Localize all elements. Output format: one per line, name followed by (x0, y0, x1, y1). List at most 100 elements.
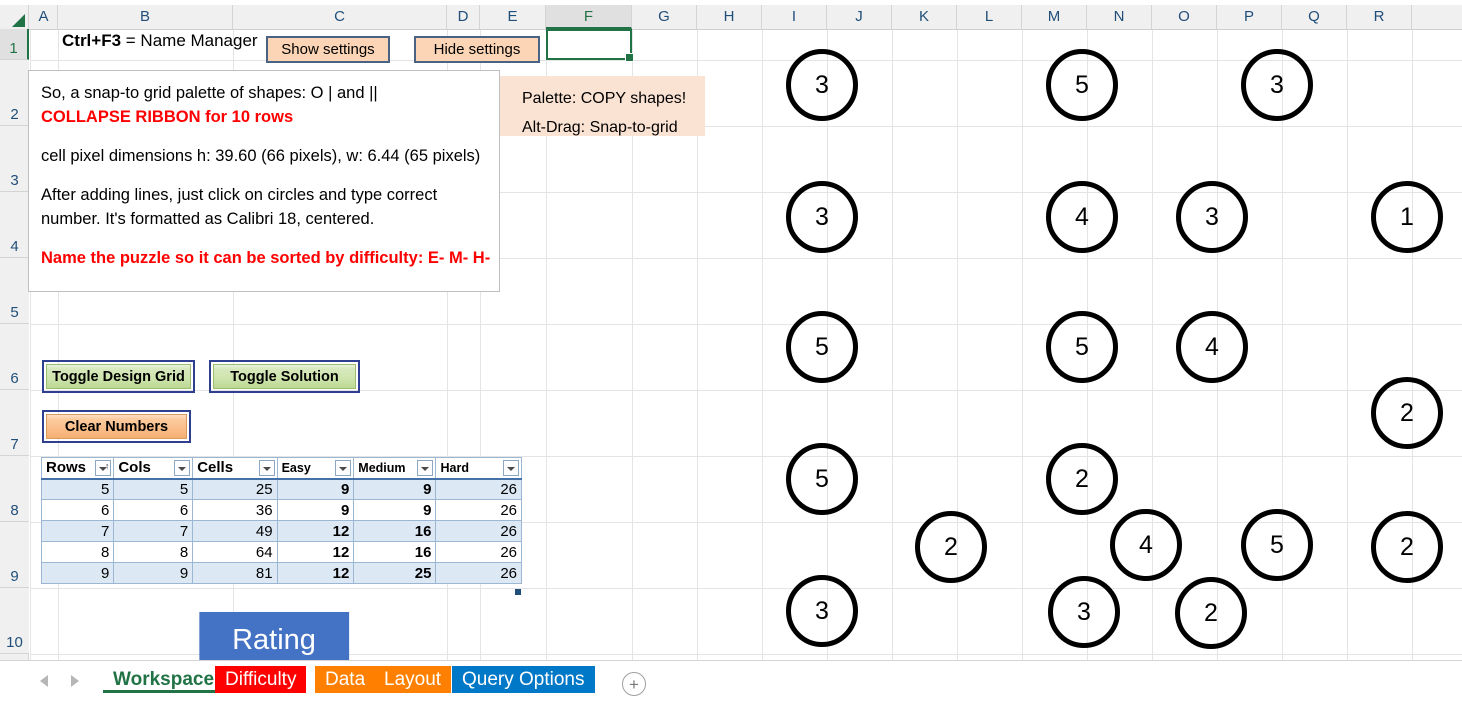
row-header-4[interactable]: 4 (0, 192, 29, 258)
puzzle-circle[interactable]: 2 (1175, 577, 1247, 649)
column-header-O[interactable]: O (1152, 5, 1217, 29)
table-cell[interactable]: 5 (40, 478, 115, 500)
table-cell[interactable]: 9 (276, 499, 355, 521)
spreadsheet-grid[interactable]: ABCDEFGHIJKLMNOPQR 1 2 3 4 5 6 7 8 9 10 Ctrl+F3 =… (0, 0, 1462, 688)
puzzle-circle[interactable]: 5 (786, 311, 858, 383)
column-header-A[interactable]: A (30, 5, 58, 29)
table-cell[interactable]: 26 (435, 562, 522, 584)
puzzle-circle[interactable]: 5 (1046, 311, 1118, 383)
table-cell[interactable]: 25 (353, 562, 437, 584)
column-header-N[interactable]: N (1087, 5, 1152, 29)
next-sheet-arrow-icon[interactable] (70, 675, 79, 687)
table-cell[interactable]: 26 (435, 478, 522, 500)
table-header-hard[interactable]: Hard (435, 457, 522, 480)
sheet-tab-data[interactable]: Data (315, 666, 376, 693)
prev-sheet-arrow-icon[interactable] (39, 675, 48, 687)
row-header-2[interactable]: 2 (0, 60, 29, 126)
column-header-P[interactable]: P (1217, 5, 1282, 29)
table-row[interactable]: 7 7 49 12 16 26 (40, 520, 522, 542)
table-cell[interactable]: 7 (113, 520, 194, 542)
row-header-8[interactable]: 8 (0, 456, 29, 522)
table-cell[interactable]: 6 (113, 499, 194, 521)
puzzle-circle[interactable]: 5 (1241, 509, 1313, 581)
table-resize-handle[interactable] (515, 589, 521, 595)
filter-dropdown-icon[interactable] (335, 460, 352, 476)
table-cell[interactable]: 49 (192, 520, 278, 542)
table-cell[interactable]: 9 (353, 478, 437, 500)
column-header-J[interactable]: J (827, 5, 892, 29)
table-cell[interactable]: 9 (113, 562, 194, 584)
sheet-tab-difficulty[interactable]: Difficulty (215, 666, 307, 693)
table-row[interactable]: 6 6 36 9 9 26 (40, 499, 522, 521)
table-cell[interactable]: 9 (353, 499, 437, 521)
table-cell[interactable]: 26 (435, 520, 522, 542)
table-cell[interactable]: 7 (40, 520, 115, 542)
puzzle-circle[interactable]: 3 (786, 575, 858, 647)
puzzle-circle[interactable]: 3 (786, 49, 858, 121)
table-cell[interactable]: 26 (435, 499, 522, 521)
column-header-R[interactable]: R (1347, 5, 1412, 29)
column-header-B[interactable]: B (58, 5, 233, 29)
toggle-solution-button[interactable]: Toggle Solution (209, 360, 360, 393)
puzzle-circle[interactable]: 4 (1176, 311, 1248, 383)
puzzle-circle[interactable]: 3 (1176, 181, 1248, 253)
column-header-G[interactable]: G (632, 5, 697, 29)
table-header-easy[interactable]: Easy (276, 457, 355, 480)
column-header-M[interactable]: M (1022, 5, 1087, 29)
table-cell[interactable]: 12 (276, 520, 355, 542)
row-header-7[interactable]: 7 (0, 390, 29, 456)
table-cell[interactable]: 25 (192, 478, 278, 500)
column-header-E[interactable]: E (480, 5, 546, 29)
table-cell[interactable]: 9 (276, 478, 355, 500)
column-header-L[interactable]: L (957, 5, 1022, 29)
filter-dropdown-icon[interactable] (417, 460, 434, 476)
puzzle-circle[interactable]: 3 (1241, 49, 1313, 121)
table-header-medium[interactable]: Medium (353, 457, 437, 480)
hide-settings-button[interactable]: Hide settings (414, 36, 540, 63)
row-header-1[interactable]: 1 (0, 29, 29, 60)
puzzle-circle[interactable]: 3 (1048, 576, 1120, 648)
show-settings-button[interactable]: Show settings (266, 36, 390, 63)
column-header-D[interactable]: D (447, 5, 480, 29)
row-header-5[interactable]: 5 (0, 258, 29, 324)
column-header-H[interactable]: H (697, 5, 762, 29)
table-cell[interactable]: 8 (40, 541, 115, 563)
table-cell[interactable]: 9 (40, 562, 115, 584)
sheet-tab-workspace[interactable]: Workspace (103, 666, 225, 693)
table-row[interactable]: 8 8 64 12 16 26 (40, 541, 522, 563)
clear-numbers-button[interactable]: Clear Numbers (42, 410, 191, 443)
puzzle-circle[interactable]: 4 (1110, 509, 1182, 581)
column-header-Q[interactable]: Q (1282, 5, 1347, 29)
row-header-10[interactable]: 10 (0, 588, 29, 654)
column-header-K[interactable]: K (892, 5, 957, 29)
table-row[interactable]: 9 9 81 12 25 26 (40, 562, 522, 584)
puzzle-circle[interactable]: 2 (1046, 443, 1118, 515)
table-cell[interactable]: 26 (435, 541, 522, 563)
table-header-cols[interactable]: Cols (113, 457, 194, 480)
column-header-C[interactable]: C (233, 5, 447, 29)
puzzle-circle[interactable]: 4 (1046, 181, 1118, 253)
selected-cell-F1[interactable] (546, 29, 634, 62)
row-header-6[interactable]: 6 (0, 324, 29, 390)
table-cell[interactable]: 81 (192, 562, 278, 584)
table-header-cells[interactable]: Cells (192, 457, 278, 480)
filter-dropdown-icon[interactable] (503, 460, 519, 476)
table-cell[interactable]: 12 (276, 562, 355, 584)
row-header-9[interactable]: 9 (0, 522, 29, 588)
sheet-tab-query-options[interactable]: Query Options (452, 666, 595, 693)
puzzle-circle[interactable]: 5 (786, 443, 858, 515)
puzzle-circle[interactable]: 1 (1371, 181, 1443, 253)
select-all-corner[interactable] (0, 5, 29, 29)
puzzle-circle[interactable]: 5 (1046, 49, 1118, 121)
add-sheet-button[interactable]: + (622, 672, 646, 696)
puzzle-circle[interactable]: 2 (1371, 377, 1443, 449)
difficulty-stats-table[interactable]: Rows ↑ Cols Cells Easy Medium Hard 5 5 25 9 9 26 6 6 3… (40, 457, 522, 584)
table-cell[interactable]: 36 (192, 499, 278, 521)
table-cell[interactable]: 64 (192, 541, 278, 563)
table-cell[interactable]: 8 (113, 541, 194, 563)
table-cell[interactable]: 6 (40, 499, 115, 521)
puzzle-circle[interactable]: 3 (786, 181, 858, 253)
sheet-tab-layout[interactable]: Layout (374, 666, 452, 693)
table-header-rows[interactable]: Rows ↑ (40, 457, 115, 480)
table-cell[interactable]: 16 (353, 541, 437, 563)
